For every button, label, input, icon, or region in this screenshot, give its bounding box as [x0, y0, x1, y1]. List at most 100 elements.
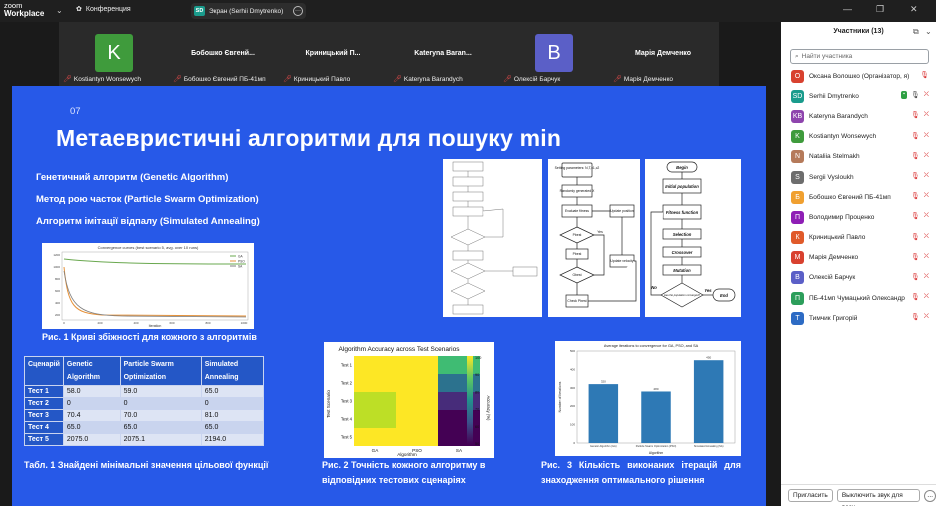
participant-row[interactable]: N Nataliia Stelmakh 🎙︎ ⛌: [791, 147, 933, 167]
meeting-info[interactable]: ✿ Конференция: [76, 5, 131, 14]
heatmap-cell: [438, 392, 480, 410]
minimize-icon[interactable]: —: [843, 4, 852, 14]
participant-status: 🎙︎ ⛌: [911, 132, 929, 140]
flow-node-text: End: [720, 293, 728, 298]
camera-off-icon[interactable]: ⛌: [924, 293, 929, 301]
table-cell: 58.0: [62, 385, 121, 398]
table-header: Genetic Algorithm: [62, 356, 121, 386]
avatar: SD: [791, 89, 804, 103]
video-tile[interactable]: Марія Демченко 🎤︎ Марія Демченко: [609, 22, 717, 86]
camera-off-icon[interactable]: ⛌: [924, 233, 929, 241]
mic-muted-icon[interactable]: 🎙︎: [911, 152, 920, 160]
mic-muted-icon[interactable]: 🎙︎: [911, 293, 920, 301]
x-axis-label: Algorithm: [397, 452, 417, 457]
mic-muted-icon[interactable]: 🎙︎: [911, 111, 920, 119]
camera-off-icon[interactable]: ⛌: [924, 91, 929, 99]
participant-row[interactable]: K Kostiantyn Wonsewych 🎙︎ ⛌: [791, 127, 933, 147]
table-cell: 59.0: [119, 385, 202, 398]
mic-muted-icon[interactable]: 🎙︎: [911, 132, 920, 140]
participant-row[interactable]: М Марія Демченко 🎙︎ ⛌: [791, 248, 933, 268]
video-tile[interactable]: Криницький П... 🎤︎ Криницький Павло: [279, 22, 387, 86]
participant-row[interactable]: S Sergii Vysloukh 🎙︎ ⛌: [791, 167, 933, 187]
participant-row[interactable]: О Оксана Волошко (Організатор, я) 🎙︎: [791, 66, 933, 86]
chevron-down-icon[interactable]: ⌄: [56, 6, 63, 15]
mic-muted-icon[interactable]: 🎙︎: [911, 313, 920, 321]
camera-off-icon[interactable]: ⛌: [924, 253, 929, 261]
close-icon[interactable]: ✕: [910, 4, 918, 15]
x-axis-label: Algorithm: [649, 451, 663, 455]
participant-row[interactable]: SD Serhii Dmytrenko ▪ 🎙︎ ⛌: [791, 86, 933, 106]
mic-icon[interactable]: 🎙︎: [911, 91, 920, 99]
mic-muted-icon: 🎤︎: [503, 76, 512, 83]
y-axis-label: Test Scenario: [326, 390, 331, 418]
heatmap-cell: [438, 374, 480, 392]
mic-muted-icon[interactable]: 🎙︎: [911, 253, 920, 261]
camera-off-icon[interactable]: ⛌: [924, 273, 929, 281]
chevron-down-icon[interactable]: ⌄: [925, 27, 932, 36]
mute-all-button[interactable]: Выключить звук для всех: [836, 489, 921, 506]
camera-off-icon[interactable]: ⛌: [924, 152, 929, 160]
shared-slide: 07 Метаевристичні алгоритми для пошуку m…: [12, 86, 766, 506]
participant-row[interactable]: Т Тимчик Григорій 🎙︎ ⛌: [791, 308, 933, 328]
participant-search-input[interactable]: ⌕ Найти участника: [790, 49, 929, 64]
table-row: Тест 1 58.0 59.0 65.0: [24, 385, 265, 398]
tile-caption: 🎤︎ Kostiantyn Wonsewych: [63, 75, 141, 84]
flow-edge-label: Yes: [704, 288, 712, 293]
participant-name: Бобошко Євгений ПБ-41мп: [809, 193, 891, 201]
mic-muted-icon[interactable]: 🎙︎: [911, 233, 920, 241]
invite-button[interactable]: Пригласить: [788, 489, 833, 502]
participant-row[interactable]: Б Бобошко Євгений ПБ-41мп 🎙︎ ⛌: [791, 187, 933, 207]
flow-node-text: Has the population converged?: [664, 293, 700, 297]
camera-off-icon[interactable]: ⛌: [924, 111, 929, 119]
x-tick-label: 200: [97, 321, 102, 325]
mic-muted-icon[interactable]: 🎙︎: [911, 192, 920, 200]
speaking-badge-icon: ▪: [901, 91, 907, 100]
participant-row[interactable]: К Криницький Павло 🎙︎ ⛌: [791, 228, 933, 248]
mic-muted-icon[interactable]: 🎙︎: [911, 172, 920, 180]
video-tile[interactable]: Бобошко Євгенй... 🎤︎ Бобошко Євгений ПБ-4…: [169, 22, 277, 86]
camera-off-icon[interactable]: ⛌: [924, 132, 929, 140]
mic-muted-icon[interactable]: 🎙︎: [911, 212, 920, 220]
slide-title: Метаевристичні алгоритми для пошуку min: [56, 125, 562, 151]
x-tick-label: 600: [169, 321, 174, 325]
screen-share-indicator[interactable]: SD Экран (Serhii Dmytrenko) ···: [191, 3, 306, 19]
flow-node-text: Crossover: [672, 250, 693, 255]
slide-number: 07: [70, 106, 81, 117]
heatmap-cell: [354, 392, 396, 410]
camera-off-icon[interactable]: ⛌: [924, 313, 929, 321]
video-tile[interactable]: В 🎤︎ Олексій Барчук: [499, 22, 607, 86]
share-label: Экран (Serhii Dmytrenko): [209, 7, 284, 15]
bullet-item: Метод рою часток (Particle Swarm Optimiz…: [36, 194, 259, 205]
mic-muted-icon[interactable]: 🎙︎: [911, 273, 920, 281]
mic-muted-icon: 🎤︎: [173, 76, 182, 83]
tile-caption-text: Олексій Барчук: [513, 75, 561, 83]
participant-row[interactable]: П Володимир Проценко 🎙︎ ⛌: [791, 207, 933, 227]
heatmap-cell: [438, 356, 480, 374]
participant-name: ПБ-41мп Чумацький Олександр: [809, 294, 905, 302]
avatar: М: [791, 251, 804, 265]
popout-icon[interactable]: ⧉: [913, 27, 919, 37]
colorbar-tick: 60: [475, 425, 479, 429]
camera-off-icon[interactable]: ⛌: [924, 172, 929, 180]
participant-name: Nataliia Stelmakh: [809, 153, 860, 161]
panel-footer: Пригласить Выключить звук для всех ...: [781, 484, 936, 506]
participant-row[interactable]: П ПБ-41мп Чумацький Олександр 🎙︎ ⛌: [791, 288, 933, 308]
camera-off-icon[interactable]: ⛌: [924, 212, 929, 220]
more-options-button[interactable]: ...: [924, 489, 936, 502]
video-tile[interactable]: K 🎤︎ Kostiantyn Wonsewych: [59, 22, 167, 86]
video-tile[interactable]: Kateryna Baran... 🎤︎ Kateryna Barandych: [389, 22, 497, 86]
camera-off-icon[interactable]: ⛌: [924, 192, 929, 200]
participant-row[interactable]: В Олексій Барчук 🎙︎ ⛌: [791, 268, 933, 288]
colorbar-tick: 70: [475, 408, 479, 412]
restore-icon[interactable]: ❐: [876, 4, 884, 15]
avatar: О: [791, 69, 804, 83]
heatmap-cell: [354, 374, 396, 392]
table-cell: Тест 1: [24, 385, 64, 398]
more-options-icon[interactable]: ···: [293, 6, 303, 16]
meeting-icon: ✿: [76, 6, 82, 13]
table-header: Simulated Annealing: [200, 356, 265, 386]
participant-row[interactable]: KB Kateryna Barandych 🎙︎ ⛌: [791, 106, 933, 126]
y-tick-label: 200: [55, 313, 60, 317]
mic-muted-icon[interactable]: 🎙︎: [920, 71, 929, 79]
participants-panel: Участники (13) ⧉ ⌄ ⌕ Найти участника О Окс…: [781, 22, 936, 506]
